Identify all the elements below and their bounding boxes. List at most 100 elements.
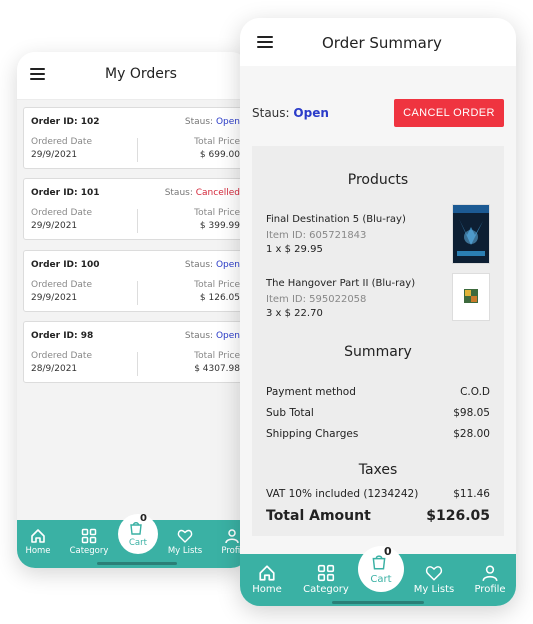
divider bbox=[137, 352, 138, 376]
menu-icon[interactable] bbox=[257, 36, 273, 49]
shipping-value: $28.00 bbox=[453, 428, 490, 440]
shipping-label: Shipping Charges bbox=[266, 428, 359, 440]
total-amount-label: Total Amount bbox=[266, 508, 371, 524]
menu-icon[interactable] bbox=[30, 68, 45, 80]
vat-value: $11.46 bbox=[453, 488, 490, 500]
order-card[interactable]: Order ID: 101 Staus: Cancelled Ordered D… bbox=[23, 178, 249, 240]
nav-category-label: Category bbox=[303, 584, 349, 595]
nav-home[interactable]: Home bbox=[23, 520, 53, 556]
home-icon bbox=[259, 565, 275, 581]
product-name: The Hangover Part II (Blu-ray) bbox=[266, 278, 416, 289]
total-price-label: Total Price bbox=[194, 208, 240, 218]
orders-list: Order ID: 102 Staus: Open Ordered Date 2… bbox=[17, 100, 249, 520]
my-orders-header: My Orders bbox=[17, 52, 249, 100]
profile-icon bbox=[482, 565, 498, 582]
heart-icon bbox=[177, 529, 193, 543]
cart-count: 0 bbox=[384, 545, 392, 558]
nav-category[interactable]: Category bbox=[67, 520, 111, 556]
dvd-cover-image bbox=[453, 274, 489, 320]
product-qty-price: 1 x $ 29.95 bbox=[266, 244, 323, 255]
order-id: Order ID: 100 bbox=[31, 260, 100, 270]
category-icon bbox=[317, 564, 335, 582]
product-thumbnail bbox=[452, 204, 490, 264]
order-status: Staus: Cancelled bbox=[164, 188, 240, 198]
product-name: Final Destination 5 (Blu-ray) bbox=[266, 214, 406, 225]
heart-icon bbox=[425, 566, 443, 581]
vat-label: VAT 10% included (1234242) bbox=[266, 488, 419, 500]
ordered-date-label: Ordered Date bbox=[31, 280, 93, 290]
page-title: My Orders bbox=[105, 66, 177, 82]
total-price-label: Total Price bbox=[194, 137, 240, 147]
ordered-date: 29/9/2021 bbox=[31, 293, 78, 303]
nav-profile[interactable]: Profile bbox=[470, 554, 510, 595]
summary-title: Summary bbox=[344, 344, 412, 360]
divider bbox=[137, 281, 138, 305]
total-price: $ 399.99 bbox=[199, 221, 240, 231]
order-status: Staus: Open bbox=[184, 331, 240, 341]
order-status: Staus: Open bbox=[184, 260, 240, 270]
total-price-label: Total Price bbox=[194, 351, 240, 361]
home-icon bbox=[31, 529, 45, 543]
nav-category-label: Category bbox=[69, 546, 109, 556]
ordered-date-label: Ordered Date bbox=[31, 137, 93, 147]
nav-cart-label: Cart bbox=[129, 538, 147, 548]
order-card[interactable]: Order ID: 98 Staus: Open Ordered Date 28… bbox=[23, 321, 249, 383]
nav-my-lists-label: My Lists bbox=[413, 584, 455, 595]
nav-category[interactable]: Category bbox=[300, 554, 352, 595]
nav-my-lists-label: My Lists bbox=[167, 546, 203, 556]
sub-total-label: Sub Total bbox=[266, 407, 314, 419]
total-amount-value: $126.05 bbox=[426, 508, 490, 524]
bottom-nav: Home Category 0 Cart My Lists Profile bbox=[240, 545, 516, 606]
home-indicator bbox=[332, 601, 424, 604]
bottom-nav: Home Category 0 Cart My Lists Profil bbox=[17, 513, 249, 568]
products-title: Products bbox=[347, 172, 409, 188]
order-card[interactable]: Order ID: 102 Staus: Open Ordered Date 2… bbox=[23, 107, 249, 169]
order-summary-screen: Order Summary Staus: Open CANCEL ORDER P… bbox=[240, 18, 516, 606]
order-id: Order ID: 102 bbox=[31, 117, 100, 127]
ordered-date: 28/9/2021 bbox=[31, 364, 78, 374]
vat-row: VAT 10% included (1234242) $11.46 bbox=[266, 488, 490, 500]
total-price: $ 126.05 bbox=[199, 293, 240, 303]
nav-my-lists[interactable]: My Lists bbox=[412, 554, 456, 595]
page-title: Order Summary bbox=[322, 34, 442, 52]
payment-method-label: Payment method bbox=[266, 386, 356, 398]
nav-cart[interactable]: 0 Cart bbox=[358, 545, 404, 592]
order-id: Order ID: 98 bbox=[31, 331, 94, 341]
ordered-date-label: Ordered Date bbox=[31, 208, 93, 218]
home-indicator bbox=[97, 562, 177, 565]
total-amount-row: Total Amount $126.05 bbox=[266, 508, 490, 524]
shipping-row: Shipping Charges $28.00 bbox=[266, 428, 490, 440]
nav-cart[interactable]: 0 Cart bbox=[118, 513, 158, 554]
profile-icon bbox=[225, 529, 239, 544]
product-thumbnail bbox=[452, 273, 490, 321]
summary-panel: Products Final Destination 5 (Blu-ray) I… bbox=[252, 146, 504, 536]
order-id: Order ID: 101 bbox=[31, 188, 100, 198]
product-item-id: Item ID: 605721843 bbox=[266, 230, 367, 241]
payment-method-value: C.O.D bbox=[460, 386, 490, 398]
order-status: Staus: Open bbox=[252, 106, 329, 120]
payment-method-row: Payment method C.O.D bbox=[266, 386, 490, 398]
dvd-cover-image bbox=[453, 205, 489, 263]
sub-total-row: Sub Total $98.05 bbox=[266, 407, 490, 419]
nav-home-label: Home bbox=[252, 584, 282, 595]
my-orders-screen: My Orders Order ID: 102 Staus: Open Orde… bbox=[17, 52, 249, 568]
nav-cart-label: Cart bbox=[370, 574, 392, 585]
ordered-date: 29/9/2021 bbox=[31, 221, 78, 231]
order-summary-body: Staus: Open CANCEL ORDER Products Final … bbox=[240, 66, 516, 554]
total-price: $ 699.00 bbox=[199, 150, 240, 160]
divider bbox=[137, 209, 138, 233]
category-icon bbox=[81, 528, 97, 544]
divider bbox=[137, 138, 138, 162]
nav-profile-label: Profile bbox=[474, 584, 506, 595]
product-qty-price: 3 x $ 22.70 bbox=[266, 308, 323, 319]
nav-my-lists[interactable]: My Lists bbox=[167, 520, 203, 556]
nav-home[interactable]: Home bbox=[250, 554, 284, 595]
cancel-order-button[interactable]: CANCEL ORDER bbox=[394, 99, 504, 127]
order-card[interactable]: Order ID: 100 Staus: Open Ordered Date 2… bbox=[23, 250, 249, 312]
product-item-id: Item ID: 595022058 bbox=[266, 294, 367, 305]
ordered-date: 29/9/2021 bbox=[31, 150, 78, 160]
sub-total-value: $98.05 bbox=[453, 407, 490, 419]
total-price-label: Total Price bbox=[194, 280, 240, 290]
cart-count: 0 bbox=[140, 513, 147, 524]
order-status: Staus: Open bbox=[184, 117, 240, 127]
